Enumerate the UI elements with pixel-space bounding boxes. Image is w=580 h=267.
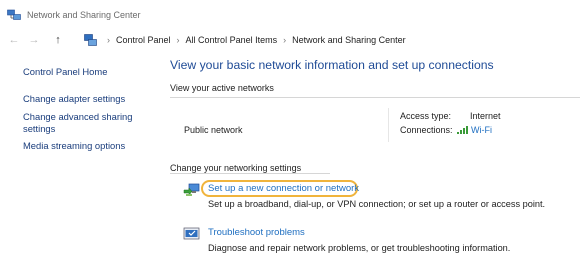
active-networks-label: View your active networks [170, 83, 274, 93]
navigation-bar: ← → ↑ › Control Panel › All Control Pane… [0, 30, 580, 50]
breadcrumb-separator: › [107, 35, 110, 45]
address-bar[interactable]: › Control Panel › All Control Panel Item… [84, 30, 580, 50]
control-panel-icon [84, 34, 97, 46]
sidebar: Control Panel Home Change adapter settin… [0, 50, 141, 267]
wifi-signal-icon [457, 126, 468, 134]
arrow-right-icon[interactable]: → [24, 30, 44, 50]
troubleshoot-link[interactable]: Troubleshoot problems [208, 227, 305, 238]
access-type-label: Access type: [400, 111, 452, 121]
breadcrumb-current[interactable]: Network and Sharing Center [292, 35, 406, 45]
window-title: Network and Sharing Center [27, 10, 141, 20]
title-bar: Network and Sharing Center [0, 0, 580, 30]
breadcrumb-all-items[interactable]: All Control Panel Items [186, 35, 278, 45]
breadcrumb-control-panel[interactable]: Control Panel [116, 35, 171, 45]
connection-link[interactable]: Wi-Fi [457, 125, 492, 135]
network-sharing-center-window: Network and Sharing Center ← → ↑ › Contr… [0, 0, 580, 267]
connections-label: Connections: [400, 125, 453, 135]
troubleshoot-description: Diagnose and repair network problems, or… [208, 243, 511, 253]
arrow-left-icon[interactable]: ← [4, 30, 24, 50]
sidebar-item-adapter-settings[interactable]: Change adapter settings [23, 93, 141, 105]
section-divider [170, 97, 580, 98]
section-divider [170, 173, 330, 174]
arrow-up-icon[interactable]: ↑ [48, 30, 68, 50]
sidebar-item-advanced-sharing[interactable]: Change advanced sharing settings [23, 111, 141, 135]
sidebar-item-media-streaming[interactable]: Media streaming options [23, 140, 141, 152]
breadcrumb-separator: › [176, 35, 180, 45]
network-info-divider [388, 108, 389, 142]
sidebar-item-home[interactable]: Control Panel Home [23, 66, 141, 78]
page-title: View your basic network information and … [170, 58, 494, 72]
change-settings-label: Change your networking settings [170, 163, 302, 173]
setup-connection-link[interactable]: Set up a new connection or network [208, 183, 359, 194]
access-type-value: Internet [470, 111, 501, 121]
new-connection-icon[interactable] [183, 182, 201, 198]
setup-connection-description: Set up a broadband, dial-up, or VPN conn… [208, 199, 546, 209]
breadcrumb-separator: › [283, 35, 287, 45]
network-name: Public network [184, 125, 243, 135]
connection-name: Wi-Fi [471, 125, 492, 135]
troubleshoot-icon[interactable] [183, 226, 201, 242]
network-center-icon [7, 9, 21, 21]
